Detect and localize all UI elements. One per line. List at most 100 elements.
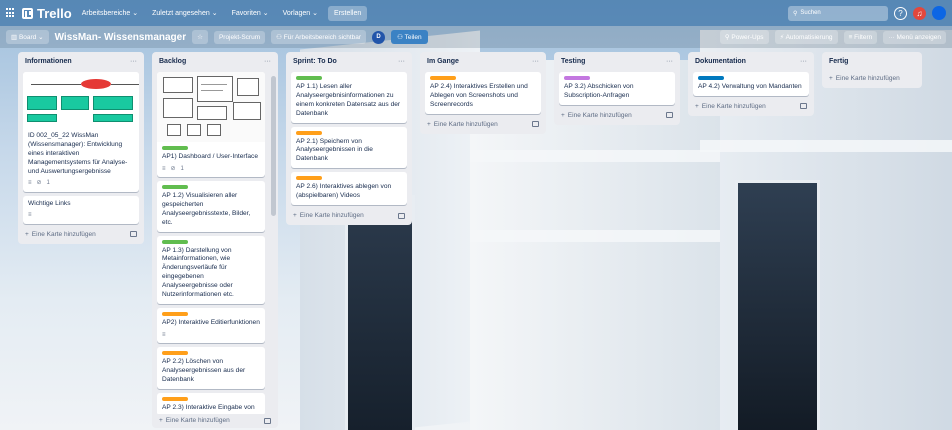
description-icon: ≡: [28, 212, 32, 219]
list-informationen: Informationen ··· ID 002_05_22 WissMan (…: [18, 52, 144, 244]
card-title: AP1) Dashboard / User-Interface: [162, 153, 259, 160]
filter-button[interactable]: ≡ Filtern: [843, 30, 878, 44]
list-card[interactable]: AP 2.2) Löschen von Analyseergebnissen a…: [157, 346, 265, 389]
workspace-button[interactable]: Projekt-Scrum: [213, 30, 266, 44]
list-title[interactable]: Sprint: To Do: [293, 58, 337, 65]
card-cover-image: [23, 72, 139, 128]
card-title: AP 1.3) Darstellung von Metainformatione…: [162, 246, 234, 298]
card-title: AP 1.1) Lesen aller Analyseergebnisinfor…: [296, 83, 401, 117]
list-title[interactable]: Fertig: [829, 58, 848, 65]
card-label-orange: [162, 311, 188, 316]
menu-recent[interactable]: Zuletzt angesehen ⌄: [148, 6, 221, 20]
list-card[interactable]: AP 4.2) Verwaltung von Mandanten: [693, 72, 809, 96]
create-button[interactable]: Erstellen: [328, 5, 368, 21]
trello-logo[interactable]: Trello: [22, 6, 72, 21]
automation-button[interactable]: ⚡ Automatisierung: [774, 30, 838, 44]
list-menu-icon[interactable]: ···: [130, 58, 137, 65]
plus-icon: +: [25, 230, 29, 238]
template-icon[interactable]: [398, 212, 405, 219]
list-card[interactable]: AP2) Interaktive Editierfunktionen ≡: [157, 307, 265, 343]
list-menu-icon[interactable]: ···: [666, 58, 673, 65]
plus-icon: +: [561, 111, 565, 119]
list-card[interactable]: AP 2.3) Interaktive Eingabe von: [157, 392, 265, 417]
list-title[interactable]: Testing: [561, 58, 585, 65]
add-card-button[interactable]: + Eine Karte hinzufügen: [827, 72, 917, 82]
card-label-green: [162, 146, 188, 150]
top-navigation-bar: Trello Arbeitsbereiche ⌄ Zuletzt angeseh…: [0, 0, 952, 26]
list-card[interactable]: AP 1.3) Darstellung von Metainformatione…: [157, 235, 265, 304]
template-icon[interactable]: [800, 103, 807, 110]
list-title[interactable]: Informationen: [25, 58, 72, 65]
list-card[interactable]: AP1) Dashboard / User-Interface ≡ ⊘ 1: [157, 72, 265, 177]
apps-grid-icon[interactable]: [6, 8, 16, 18]
list-menu-icon[interactable]: ···: [398, 58, 405, 65]
card-label-orange: [162, 350, 188, 355]
card-title: AP 2.2) Löschen von Analyseergebnissen a…: [162, 357, 246, 383]
list-scrollbar[interactable]: [271, 76, 276, 216]
card-title: AP 1.2) Visualisieren aller gespeicherte…: [162, 191, 251, 226]
add-card-button[interactable]: + Eine Karte hinzufügen: [157, 414, 273, 424]
list-testing: Testing ··· AP 3.2) Abschicken von Subsc…: [554, 52, 680, 125]
info-icon[interactable]: ?: [894, 6, 907, 20]
menu-favorites[interactable]: Favoriten ⌄: [228, 6, 273, 20]
board-title[interactable]: WissMan- Wissensmanager: [55, 32, 187, 43]
list-card[interactable]: AP 3.2) Abschicken von Subscription-Anfr…: [559, 72, 675, 105]
add-card-button[interactable]: + Eine Karte hinzufügen: [425, 118, 541, 128]
list-menu-icon[interactable]: ···: [800, 58, 807, 65]
card-title: Wichtige Links: [28, 199, 71, 207]
list-title[interactable]: Im Gange: [427, 58, 459, 65]
list-fertig: Fertig + Eine Karte hinzufügen: [822, 52, 922, 88]
share-button[interactable]: ⚇ Teilen: [391, 30, 428, 44]
plus-icon: +: [695, 102, 699, 110]
card-label-orange: [296, 176, 322, 181]
card-title: AP 3.2) Abschicken von Subscription-Anfr…: [564, 83, 634, 99]
visibility-button[interactable]: ⚇ Für Arbeitsbereich sichtbar: [271, 30, 367, 44]
attachment-icon: ⊘: [170, 165, 176, 172]
list-card[interactable]: ID 002_05_22 WissMan (Wissensmanager): E…: [23, 72, 139, 192]
attachment-icon: ⊘: [36, 180, 42, 187]
board-lists: Informationen ··· ID 002_05_22 WissMan (…: [18, 52, 922, 428]
plus-icon: +: [159, 417, 163, 424]
avatar[interactable]: [932, 6, 946, 20]
list-card[interactable]: AP 2.1) Speichern von Analyseergebnissen…: [291, 126, 407, 169]
card-title: AP 2.3) Interaktive Eingabe von: [162, 403, 255, 411]
board-view-button[interactable]: ▥ Board ⌄: [6, 30, 49, 44]
list-card[interactable]: AP 1.2) Visualisieren aller gespeicherte…: [157, 180, 265, 232]
menu-workspaces[interactable]: Arbeitsbereiche ⌄: [78, 6, 142, 20]
add-card-button[interactable]: + Eine Karte hinzufügen: [291, 209, 407, 219]
plus-icon: +: [829, 75, 833, 82]
add-card-button[interactable]: + Eine Karte hinzufügen: [559, 109, 675, 119]
template-icon[interactable]: [666, 112, 673, 119]
add-card-button[interactable]: + Eine Karte hinzufügen: [693, 100, 809, 110]
list-card[interactable]: AP 1.1) Lesen aller Analyseergebnisinfor…: [291, 72, 407, 123]
list-title[interactable]: Dokumentation: [695, 58, 746, 65]
template-icon[interactable]: [130, 231, 137, 238]
list-menu-icon[interactable]: ···: [264, 58, 271, 65]
list-im-gange: Im Gange ··· AP 2.4) Interaktives Erstel…: [420, 52, 546, 134]
list-dokumentation: Dokumentation ··· AP 4.2) Verwaltung von…: [688, 52, 814, 116]
list-menu-icon[interactable]: ···: [532, 58, 539, 65]
card-title: AP2) Interaktive Editierfunktionen: [162, 318, 260, 326]
card-label-orange: [430, 76, 456, 80]
search-input[interactable]: ⚲ Suchen: [788, 5, 888, 21]
attachment-count: 1: [46, 180, 50, 187]
notification-bell-icon[interactable]: ♫: [913, 6, 926, 20]
attachment-count: 1: [180, 165, 184, 172]
list-card[interactable]: AP 2.6) Interaktives ablegen von (abspie…: [291, 172, 407, 206]
template-icon[interactable]: [532, 121, 539, 128]
card-label-green: [162, 184, 188, 189]
template-icon[interactable]: [264, 417, 271, 424]
add-card-button[interactable]: + Eine Karte hinzufügen: [23, 228, 139, 238]
show-menu-button[interactable]: ··· Menü anzeigen: [883, 30, 946, 44]
member-avatar[interactable]: D: [372, 30, 386, 44]
menu-templates[interactable]: Vorlagen ⌄: [279, 6, 322, 20]
card-label-purple: [564, 76, 590, 80]
star-icon[interactable]: ☆: [192, 30, 208, 44]
list-title[interactable]: Backlog: [159, 58, 186, 65]
card-title: AP 2.1) Speichern von Analyseergebnissen…: [296, 137, 373, 163]
list-card[interactable]: AP 2.4) Interaktives Erstellen und Ableg…: [425, 72, 541, 114]
card-title: AP 2.4) Interaktives Erstellen und Ableg…: [430, 83, 528, 108]
power-ups-button[interactable]: ⚲ Power-Ups: [719, 30, 769, 44]
card-cover-image: [157, 72, 265, 142]
list-card[interactable]: Wichtige Links ≡: [23, 195, 139, 224]
